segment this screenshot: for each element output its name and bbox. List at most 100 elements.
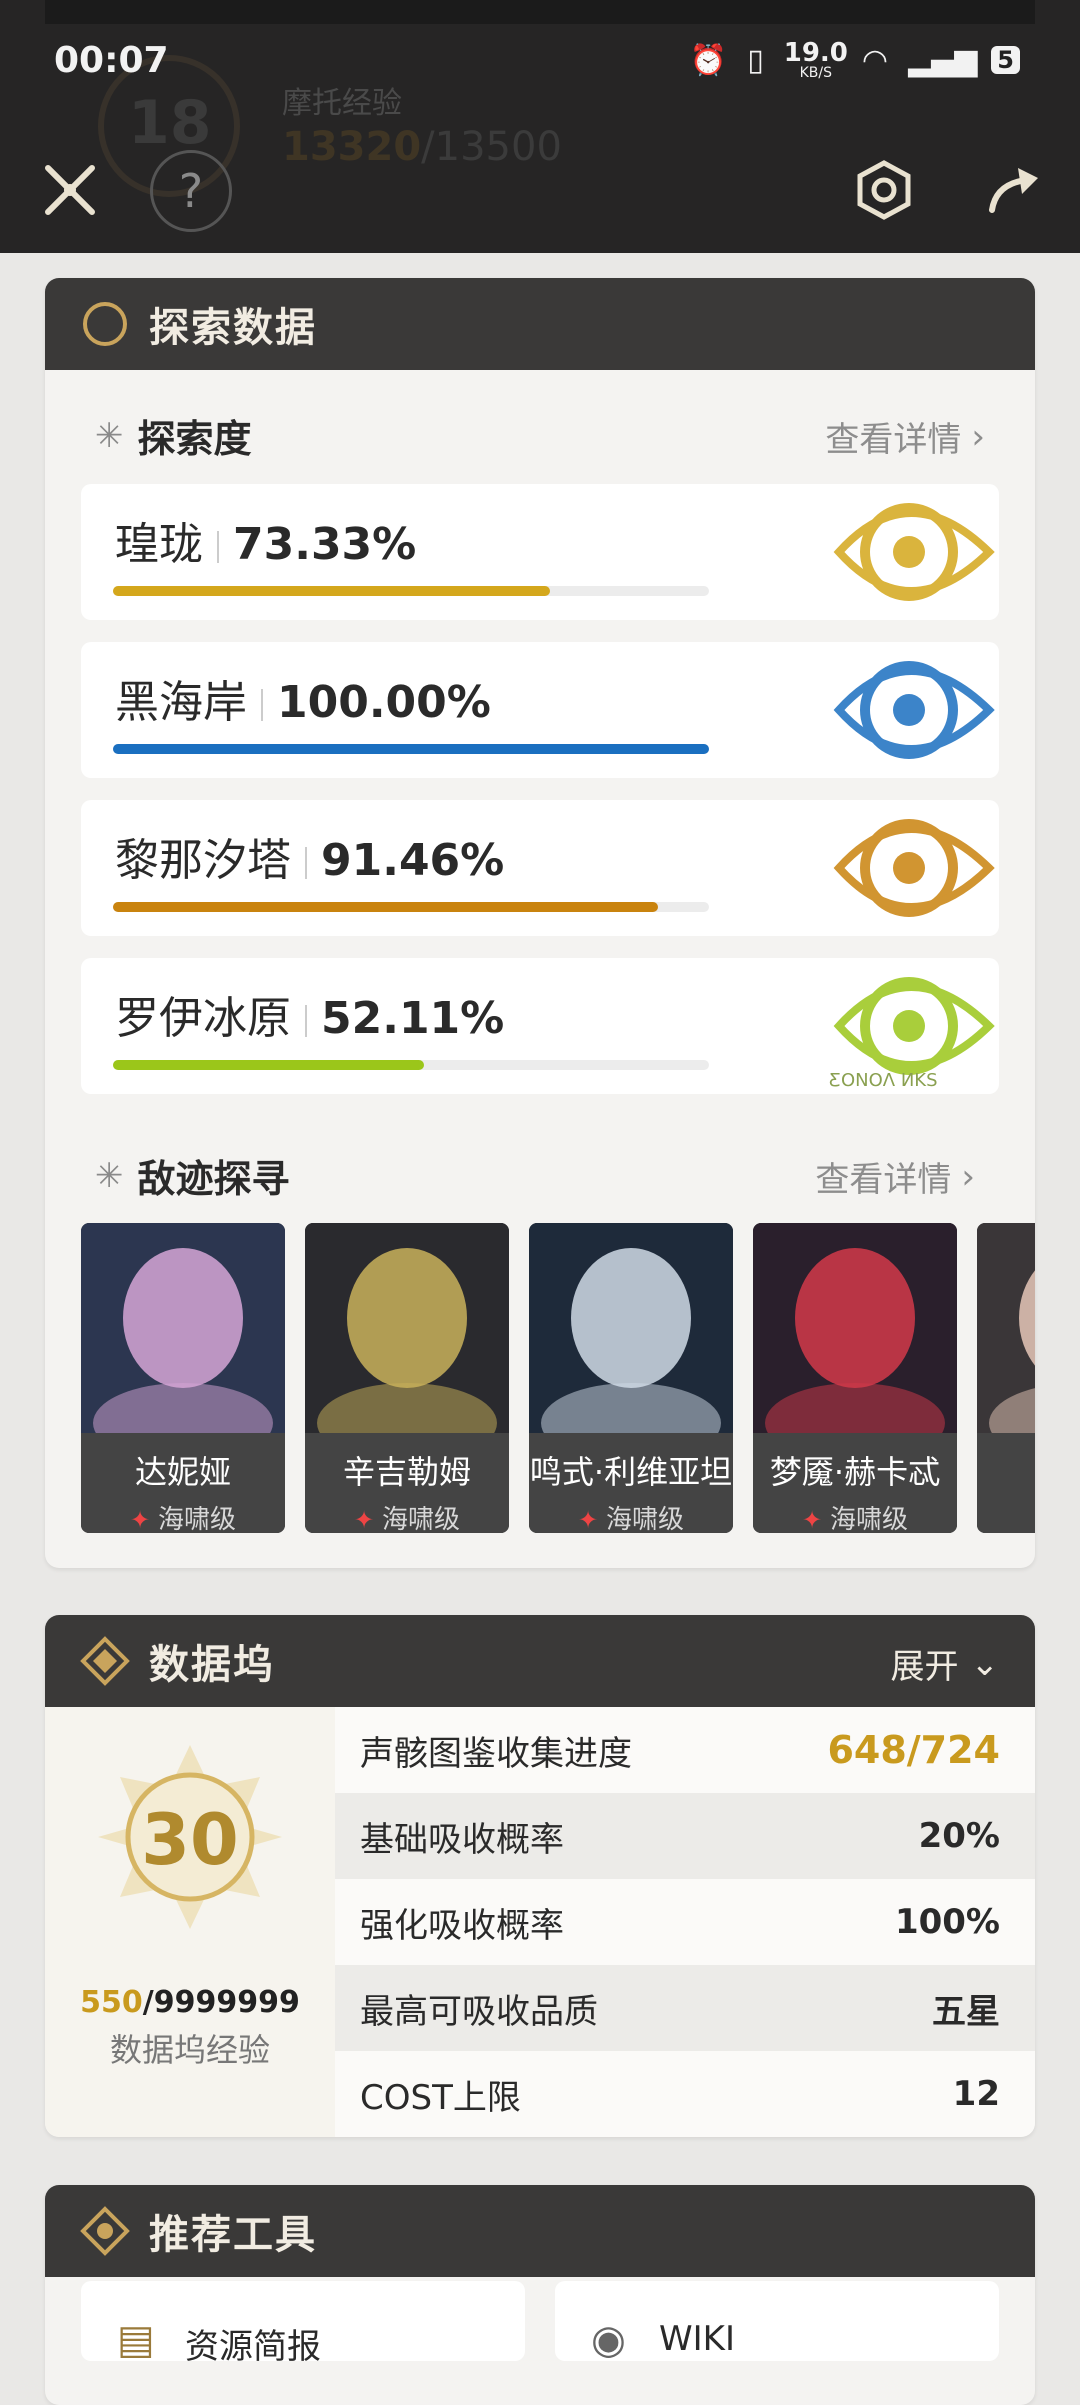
echo-card[interactable]: 梦魇·赫卡忒 ✦ 海啸级 [753,1223,957,1533]
region-name-line: 黎那汐塔 91.46% [115,824,504,888]
dock-stat-value: 五星 [932,1991,1000,2032]
echo-portrait [81,1223,285,1433]
grade-star-icon: ✦ [129,1506,151,1533]
tools-title: 推荐工具 [149,2212,317,2258]
dock-exp-current: 550 [80,1985,143,2020]
region-item[interactable]: 瑝珑 73.33% [81,484,999,620]
region-progress-track [113,744,709,754]
grade-star-icon: ✦ [353,1506,375,1533]
dock-stat-label: 基础吸收概率 [360,1819,564,1860]
echo-details-link[interactable]: 查看详情 › [815,1152,975,1201]
sparkle-icon: ✳ [95,415,124,456]
dock-level-panel: 30 550/9999999 数据坞经验 [45,1707,335,2137]
region-emblem-icon [833,503,995,601]
region-progress-track [113,586,709,596]
region-item[interactable]: 黎那汐塔 91.46% [81,800,999,936]
dock-stat-row: COST上限 12 [335,2051,1035,2137]
dock-stat-row: 声骸图鉴收集进度 648/724 [335,1707,1035,1793]
explore-card: 探索数据 ✳ 探索度 查看详情 › 瑝珑 73.33% 黑海岸 100.00% 黎那汐塔… [45,278,1035,1568]
dock-stat-label: COST上限 [360,2077,521,2118]
echo-caption: 达妮娅 ✦ 海啸级 [81,1433,285,1533]
dock-header: 数据坞 展开 ⌄ [45,1615,1035,1707]
echo-name: 芙 [977,1447,1035,1493]
dock-card: 数据坞 展开 ⌄ 30 550/9999999 数据坞经验 声骸图鉴收集进度 64… [45,1615,1035,2137]
dock-level: 30 [141,1799,239,1881]
echo-section-head: ✳ 敌迹探寻 [95,1148,290,1203]
region-item[interactable]: 黑海岸 100.00% [81,642,999,778]
settings-hex-icon[interactable] [844,150,924,230]
tool-resource-brief[interactable]: ▤ 资源简报 [81,2281,525,2367]
region-divider [261,689,263,721]
dock-stat-value: 12 [952,2074,1000,2114]
region-percent: 91.46% [321,835,505,886]
region-progress-fill [113,902,659,912]
region-name: 黎那汐塔 [115,835,291,886]
region-progress-track [113,902,709,912]
region-emblem-icon [833,819,995,917]
share-icon[interactable] [972,150,1052,230]
echo-grade: 海啸级 [830,1505,909,1533]
region-emblem-icon: ƸONOɅ ИKS [829,977,995,1091]
dock-expand-label: 展开 [890,1647,959,1687]
tools-card: 推荐工具 ▤ 资源简报 ◉ WIKI [45,2185,1035,2405]
dock-stat-row: 强化吸收概率 100% [335,1879,1035,1965]
echo-name: 鸣式·利维亚坦 [529,1453,733,1491]
dock-exp-max: /9999999 [142,1985,300,2020]
echo-grade: 海啸级 [606,1505,685,1533]
sparkle-icon: ✳ [95,1155,124,1196]
progress-section-head: ✳ 探索度 [95,408,252,463]
dock-exp-label: 数据坞经验 [109,2031,270,2069]
dock-stat-label: 声骸图鉴收集进度 [360,1733,632,1774]
emblem-wordmark: ƸONOɅ ИKS [829,1070,938,1091]
echo-card[interactable]: 辛吉勒姆 ✦ 海啸级 [305,1223,509,1533]
vibrate-icon: ▯ [747,42,770,78]
net-speed-value: 19.0 [783,38,848,68]
echo-name: 辛吉勒姆 [342,1453,471,1491]
tool-label: 资源简报 [185,2327,321,2367]
wiki-icon: ◉ [591,2317,626,2363]
echo-grade-line: ✦ 海啸级 [305,1499,509,1533]
tool-wiki[interactable]: ◉ WIKI [555,2281,999,2363]
echo-grade: 海啸级 [382,1505,461,1533]
region-item[interactable]: 罗伊冰原 52.11% ƸONOɅ ИKS [81,958,999,1094]
status-icons: ⏰ ▯ 19.0 KB/S ◠ ▂▄▆ 5 [690,40,1020,80]
grade-star-icon: ✦ [801,1506,823,1533]
dock-stat-value: 20% [918,1816,1000,1856]
echo-grade-line: ✦ 海啸级 [753,1499,957,1533]
echo-card[interactable]: 达妮娅 ✦ 海啸级 [81,1223,285,1533]
chevron-down-icon: ⌄ [970,1643,1000,1684]
explore-header: 探索数据 [45,278,1035,370]
dock-stat-value: 100% [894,1902,1000,1942]
net-speed-unit: KB/S [799,65,832,81]
dock-stat-row: 最高可吸收品质 五星 [335,1965,1035,2051]
echo-name: 梦魇·赫卡忒 [769,1453,941,1491]
region-name: 罗伊冰原 [115,993,291,1044]
region-name-line: 瑝珑 73.33% [115,508,416,572]
echo-portrait [753,1223,957,1433]
help-button[interactable]: ? [150,150,232,232]
dock-title: 数据坞 [149,1642,275,1688]
echo-card[interactable]: 鸣式·利维亚坦 ✦ 海啸级 [529,1223,733,1533]
region-divider [217,531,219,563]
region-name: 瑝珑 [115,519,203,570]
grade-star-icon: ✦ [577,1506,599,1533]
top-bar: 18 摩托经验 13320/13500 00:07 ⏰ ▯ 19.0 KB/S … [0,0,1080,253]
wifi-icon: ◠ [861,42,895,78]
dock-expand-button[interactable]: 展开 ⌄ [891,1639,1000,1688]
close-x-icon[interactable] [30,150,110,230]
brief-icon: ▤ [117,2317,155,2363]
echo-caption: 梦魇·赫卡忒 ✦ 海啸级 [753,1433,957,1533]
dock-stat-row: 基础吸收概率 20% [335,1793,1035,1879]
echo-card[interactable]: 芙 [977,1223,1035,1533]
exp-max: /13500 [421,124,562,170]
region-progress-fill [113,1060,424,1070]
signal-icon: ▂▄▆ [908,42,978,78]
region-divider [305,1005,307,1037]
region-progress-track [113,1060,709,1070]
echo-portrait [529,1223,733,1433]
progress-details-link[interactable]: 查看详情 › [825,412,985,461]
echo-grade: 海啸级 [158,1505,237,1533]
region-progress-fill [113,586,551,596]
echo-caption: 鸣式·利维亚坦 ✦ 海啸级 [529,1433,733,1533]
net-speed: 19.0 KB/S [784,40,848,80]
